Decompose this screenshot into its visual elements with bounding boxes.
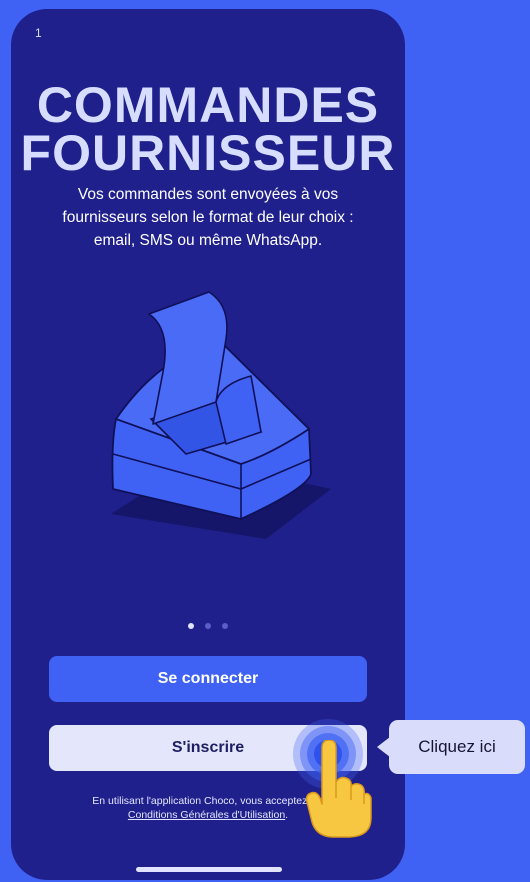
tooltip-label: Cliquez ici	[389, 720, 525, 774]
title-line-1: COMMANDES	[36, 77, 380, 133]
page-dot-1[interactable]	[188, 623, 194, 629]
tutorial-stage: 1 COMMANDES FOURNISSEUR Vos commandes so…	[0, 0, 530, 882]
terms-link[interactable]: Conditions Générales d'Utilisation	[128, 809, 285, 821]
subtitle-line-3: email, SMS ou même WhatsApp.	[93, 232, 323, 249]
page-subtitle: Vos commandes sont envoyées à vos fourni…	[31, 183, 385, 252]
status-indicator: 1	[35, 26, 42, 40]
page-indicator	[11, 623, 405, 629]
pointing-hand-icon	[305, 740, 372, 838]
page-dot-2[interactable]	[205, 623, 211, 629]
subtitle-line-2: fournisseurs selon le format de leur cho…	[62, 209, 354, 226]
page-title: COMMANDES FOURNISSEUR	[11, 77, 405, 181]
subtitle-line-1: Vos commandes sont envoyées à vos	[77, 186, 339, 203]
signup-button-label: S'inscrire	[171, 739, 245, 756]
page-dot-3[interactable]	[222, 623, 228, 629]
printer-receipt-illustration	[111, 291, 331, 539]
tooltip-callout: Cliquez ici	[375, 720, 525, 774]
legal-suffix: .	[285, 809, 289, 821]
login-button[interactable]: Se connecter	[49, 656, 367, 702]
home-indicator[interactable]	[136, 867, 282, 872]
title-line-2: FOURNISSEUR	[20, 125, 396, 181]
